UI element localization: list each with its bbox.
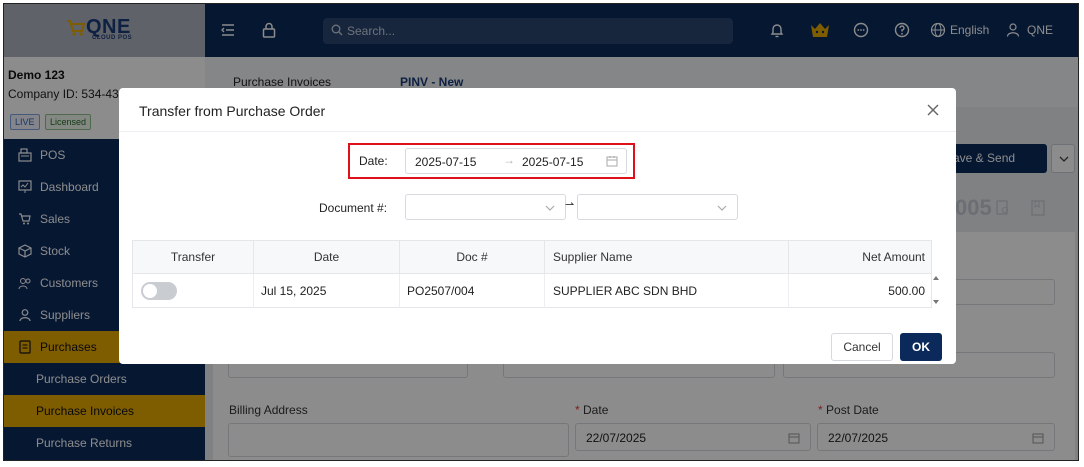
date-to[interactable]: 2025-07-15 [522,155,583,169]
column-header-date[interactable]: Date [254,241,400,274]
transfer-toggle[interactable] [141,282,177,300]
range-arrow-icon: → [503,153,515,167]
date-from[interactable]: 2025-07-15 [415,155,476,169]
cancel-button[interactable]: Cancel [831,333,893,361]
date-filter-label-text: Date [359,154,385,168]
document-to-select[interactable] [577,194,738,220]
calendar-icon [606,156,618,167]
chevron-down-icon [545,205,555,211]
date-cell: Jul 15, 2025 [254,274,400,308]
transfer-dialog: Transfer from Purchase Order Date: 2025-… [119,88,956,364]
column-header-net-amount[interactable]: Net Amount [789,241,931,274]
doc-cell: PO2507/004 [400,274,545,308]
table-scrollbar[interactable] [932,273,940,307]
ok-button[interactable]: OK [900,333,942,361]
toggle-knob [143,284,157,298]
chevron-down-icon [717,205,727,211]
document-filter-label: Document #: [319,201,388,215]
document-filter-label-text: Document # [319,201,384,215]
dialog-header: Transfer from Purchase Order [119,88,956,132]
date-filter-label: Date: [359,154,388,168]
purchase-order-table: Transfer Date Doc # Supplier Name Net Am… [132,240,932,308]
column-header-transfer: Transfer [133,241,254,274]
close-icon[interactable] [925,102,941,118]
net-amount-cell: 500.00 [888,284,925,298]
app-window: QNE CLOUD POS Demo 123 Company ID: 534-4… [3,3,1079,461]
document-from-select[interactable] [405,194,566,220]
range-arrow-icon: ⇀ [565,199,575,211]
column-header-supplier[interactable]: Supplier Name [545,241,789,274]
dialog-title: Transfer from Purchase Order [139,103,326,119]
date-range-picker[interactable]: 2025-07-15 → 2025-07-15 [405,148,627,174]
transfer-cell [133,274,254,308]
column-header-doc[interactable]: Doc # [400,241,545,274]
supplier-cell: SUPPLIER ABC SDN BHD [545,274,789,308]
